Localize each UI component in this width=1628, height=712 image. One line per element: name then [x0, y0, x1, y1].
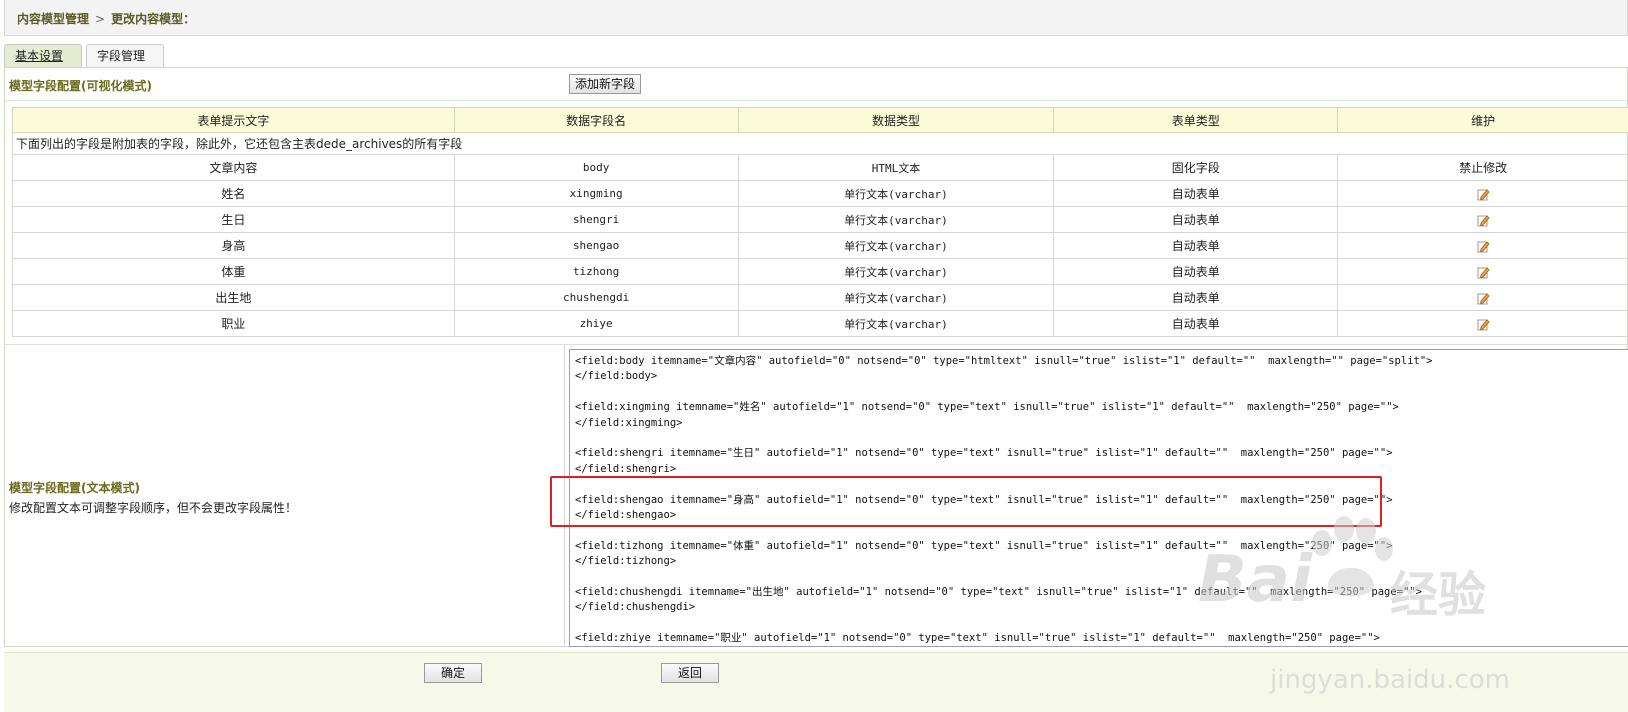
row-form-type: 自动表单	[1053, 232, 1339, 259]
section-divider	[5, 344, 1627, 345]
breadcrumb-item-model-management[interactable]: 内容模型管理	[17, 12, 89, 26]
edit-icon[interactable]	[1477, 318, 1490, 331]
row-data-type: 单行文本(varchar)	[737, 180, 1055, 207]
code-line: <field:body itemname="文章内容" autofield="0…	[575, 355, 1433, 367]
row-label: 姓名	[12, 180, 455, 207]
row-label: 文章内容	[12, 154, 455, 181]
breadcrumb: 内容模型管理 > 更改内容模型：	[17, 10, 195, 27]
text-mode-description: 修改配置文本可调整字段顺序，但不会更改字段属性！	[9, 501, 298, 515]
row-field-name: shengri	[453, 206, 739, 233]
row-action	[1337, 310, 1628, 337]
column-header-maintain: 维护	[1337, 107, 1628, 133]
column-header-data-type: 数据类型	[737, 107, 1055, 133]
table-row: 职业 zhiye 单行文本(varchar) 自动表单	[12, 310, 1628, 337]
table-row: 姓名 xingming 单行文本(varchar) 自动表单	[12, 180, 1628, 207]
row-form-type: 自动表单	[1053, 258, 1339, 285]
tab-basic-settings[interactable]: 基本设置	[4, 44, 82, 68]
row-form-type: 自动表单	[1053, 206, 1339, 233]
code-line: </field:tizhong>	[575, 555, 677, 568]
table-note: 下面列出的字段是附加表的字段，除此外，它还包含主表dede_archives的所…	[12, 132, 1628, 155]
edit-icon[interactable]	[1477, 266, 1490, 279]
edit-icon[interactable]	[1477, 214, 1490, 227]
code-line: <field:shengri itemname="生日" autofield="…	[575, 447, 1393, 460]
code-line: <field:chushengdi itemname="出生地" autofie…	[575, 585, 1422, 598]
row-action	[1337, 258, 1628, 285]
row-form-type: 固化字段	[1053, 154, 1339, 181]
top-header-bar: 内容模型管理 > 更改内容模型：	[4, 0, 1628, 36]
column-header-label: 表单提示文字	[12, 107, 455, 133]
form-footer: 确定 返回	[4, 652, 1628, 712]
row-action	[1337, 284, 1628, 311]
code-line: </field:body>	[575, 370, 658, 383]
visual-mode-row: 模型字段配置(可视化模式) 添加新字段	[5, 68, 1627, 101]
row-data-type: 单行文本(varchar)	[737, 232, 1055, 259]
text-mode-title: 模型字段配置(文本模式)	[9, 481, 140, 495]
code-line: </field:xingming>	[575, 416, 683, 429]
row-data-type: 单行文本(varchar)	[737, 310, 1055, 337]
column-header-field-name: 数据字段名	[453, 107, 739, 133]
row-action	[1337, 206, 1628, 233]
code-line: </field:shengri>	[575, 462, 677, 475]
column-header-form-type: 表单类型	[1053, 107, 1339, 133]
row-field-name: tizhong	[453, 258, 739, 285]
visual-mode-title: 模型字段配置(可视化模式)	[9, 79, 152, 93]
table-note-row: 下面列出的字段是附加表的字段，除此外，它还包含主表dede_archives的所…	[12, 132, 1628, 155]
row-label: 生日	[12, 206, 455, 233]
breadcrumb-separator: >	[95, 12, 106, 26]
row-field-name: zhiye	[453, 310, 739, 337]
row-data-type: 单行文本(varchar)	[737, 258, 1055, 285]
row-field-name: body	[453, 154, 739, 181]
code-line: <field:tizhong itemname="体重" autofield="…	[575, 539, 1393, 552]
row-action-text: 禁止修改	[1337, 154, 1628, 181]
back-button[interactable]: 返回	[661, 663, 719, 683]
row-field-name: chushengdi	[453, 284, 739, 311]
row-data-type: 单行文本(varchar)	[737, 284, 1055, 311]
row-label: 出生地	[12, 284, 455, 311]
fields-table: 表单提示文字 数据字段名 数据类型 表单类型 维护 下面列出的字段是附加表的字段…	[12, 107, 1628, 337]
edit-icon[interactable]	[1477, 292, 1490, 305]
row-action	[1337, 180, 1628, 207]
row-action	[1337, 232, 1628, 259]
table-row: 身高 shengao 单行文本(varchar) 自动表单	[12, 232, 1628, 259]
table-row: 生日 shengri 单行文本(varchar) 自动表单	[12, 206, 1628, 233]
breadcrumb-item-current: 更改内容模型：	[111, 12, 196, 26]
row-data-type: 单行文本(varchar)	[737, 206, 1055, 233]
row-field-name: xingming	[453, 180, 739, 207]
text-mode-label: 模型字段配置(文本模式) 修改配置文本可调整字段顺序，但不会更改字段属性！	[9, 479, 297, 516]
tab-field-management[interactable]: 字段管理	[86, 44, 164, 68]
confirm-button[interactable]: 确定	[424, 663, 482, 683]
row-label: 职业	[12, 310, 455, 337]
red-highlight-annotation	[550, 476, 1382, 527]
row-label: 体重	[12, 258, 455, 285]
code-line: <field:xingming itemname="姓名" autofield=…	[575, 401, 1399, 414]
code-line: <field:zhiye itemname="职业" autofield="1"…	[575, 632, 1380, 645]
row-form-type: 自动表单	[1053, 310, 1339, 337]
edit-icon[interactable]	[1477, 188, 1490, 201]
add-field-button[interactable]: 添加新字段	[569, 74, 642, 94]
table-row: 体重 tizhong 单行文本(varchar) 自动表单	[12, 258, 1628, 285]
table-header-row: 表单提示文字 数据字段名 数据类型 表单类型 维护	[12, 107, 1628, 133]
table-row: 出生地 chushengdi 单行文本(varchar) 自动表单	[12, 284, 1628, 311]
code-line: </field:chushengdi>	[575, 601, 696, 614]
table-row: 文章内容 body HTML文本 固化字段 禁止修改	[12, 154, 1628, 181]
edit-icon[interactable]	[1477, 240, 1490, 253]
row-form-type: 自动表单	[1053, 180, 1339, 207]
main-panel: 模型字段配置(可视化模式) 添加新字段 表单提示文字 数据字段名 数据类型 表单…	[4, 67, 1628, 647]
row-form-type: 自动表单	[1053, 284, 1339, 311]
row-label: 身高	[12, 232, 455, 259]
row-field-name: shengao	[453, 232, 739, 259]
row-data-type: HTML文本	[737, 154, 1055, 181]
